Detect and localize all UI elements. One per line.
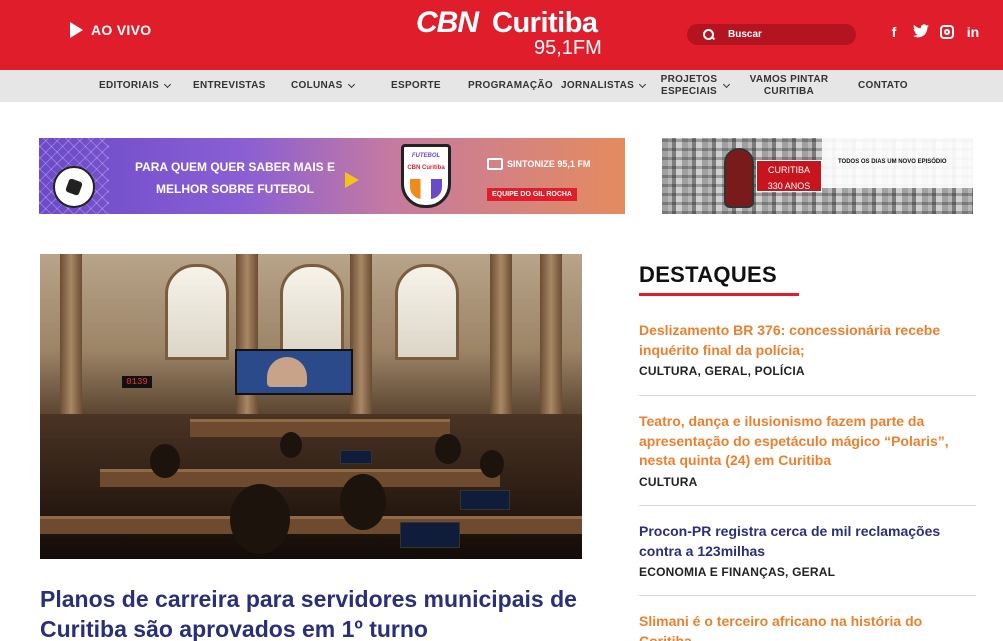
linkedin-icon[interactable]: in xyxy=(965,24,981,41)
divider xyxy=(639,595,976,596)
chevron-down-icon xyxy=(347,80,355,89)
divider xyxy=(639,505,976,506)
destaque-item: Slimani é o terceiro africano na históri… xyxy=(639,612,976,641)
desk xyxy=(190,419,450,437)
category-link[interactable]: CULTURA xyxy=(639,364,698,378)
category-link[interactable]: POLÍCIA xyxy=(755,364,805,378)
play-icon xyxy=(70,22,83,38)
tune-in-text: SINTONIZE 95,1 FM xyxy=(507,159,591,169)
site-header: AO VIVO CBN Curitiba 95,1FM f in xyxy=(0,0,1003,70)
window xyxy=(395,264,459,360)
nav-label: JORNALISTAS xyxy=(561,80,635,91)
nav-colunas[interactable]: COLUNAS xyxy=(291,70,355,102)
chevron-down-icon xyxy=(164,80,172,89)
nav-entrevistas[interactable]: ENTREVISTAS xyxy=(193,70,266,102)
arrow-icon xyxy=(345,172,359,188)
microphone-icon xyxy=(724,148,754,208)
facebook-icon[interactable]: f xyxy=(886,24,902,41)
nav-label: ENTREVISTAS xyxy=(193,80,266,91)
banner-headline-line2: MELHOR SOBRE FUTEBOL xyxy=(156,182,314,196)
destaque-title[interactable]: Teatro, dança e ilusionismo fazem parte … xyxy=(639,412,976,471)
destaque-title[interactable]: Procon-PR registra cerca de mil reclamaç… xyxy=(639,522,976,561)
nav-editoriais[interactable]: EDITORIAIS xyxy=(99,70,172,102)
destaque-categories: CULTURA, GERAL, POLÍCIA xyxy=(639,364,805,378)
search-icon[interactable] xyxy=(703,29,714,40)
curitiba-330-banner[interactable]: CURITIBA 330 ANOS TODOS OS DIAS UM NOVO … xyxy=(662,138,973,214)
instagram-icon[interactable] xyxy=(940,25,954,39)
chevron-down-icon xyxy=(722,80,731,89)
chevron-down-icon xyxy=(639,80,647,89)
monitor xyxy=(340,450,372,464)
nav-label: PROGRAMAÇÃO xyxy=(468,80,553,91)
nav-label: CONTATO xyxy=(858,80,908,91)
site-logo[interactable]: CBN Curitiba 95,1FM xyxy=(414,4,614,64)
futebol-ad-banner[interactable]: PARA QUEM QUER SABER MAIS E MELHOR SOBRE… xyxy=(39,138,625,214)
search-box[interactable] xyxy=(687,24,856,45)
main-nav: EDITORIAIS ENTREVISTAS COLUNAS ESPORTE P… xyxy=(0,70,1003,102)
logo-cbn: CBN xyxy=(416,6,479,39)
badge-line1: CURITIBA xyxy=(767,165,810,175)
badge-line2: 330 ANOS xyxy=(767,181,811,191)
destaque-categories: CULTURA xyxy=(639,475,976,489)
nav-contato[interactable]: CONTATO xyxy=(858,70,908,102)
live-label: AO VIVO xyxy=(91,22,152,38)
twitter-icon[interactable] xyxy=(913,24,929,41)
person xyxy=(435,434,461,464)
window xyxy=(165,264,229,360)
nav-label: VAMOS PINTAR CURITIBA xyxy=(749,74,829,97)
timer-display: 0139 xyxy=(122,376,152,388)
person xyxy=(340,474,386,530)
soccer-ball-icon xyxy=(53,166,95,208)
nav-label: ESPORTE xyxy=(391,80,441,91)
logo-frequency: 95,1FM xyxy=(534,37,602,59)
nav-esporte[interactable]: ESPORTE xyxy=(391,70,441,102)
banner-headline-line1: PARA QUEM QUER SABER MAIS E xyxy=(134,160,335,174)
destaque-categories: ECONOMIA E FINANÇAS, GERAL xyxy=(639,565,836,579)
person xyxy=(230,484,290,554)
person xyxy=(150,444,180,478)
search-input[interactable] xyxy=(728,29,838,40)
shield-brand: CBN Curitiba xyxy=(407,165,445,171)
divider xyxy=(639,395,976,396)
monitor xyxy=(400,522,460,548)
destaque-item: Procon-PR registra cerca de mil reclamaç… xyxy=(639,522,976,579)
chamber-screen xyxy=(235,349,353,395)
category-link[interactable]: ECONOMIA E FINANÇAS xyxy=(639,565,785,579)
nav-programacao[interactable]: PROGRAMAÇÃO xyxy=(468,70,553,102)
live-button[interactable]: AO VIVO xyxy=(70,22,151,38)
nav-label: COLUNAS xyxy=(291,80,343,91)
featured-article-image[interactable]: 0139 xyxy=(40,254,582,559)
person xyxy=(480,450,504,478)
nav-jornalistas[interactable]: JORNALISTAS xyxy=(561,70,647,102)
nav-label: PROJETOS ESPECIAIS xyxy=(660,74,718,97)
window xyxy=(280,264,344,360)
destaque-title[interactable]: Deslizamento BR 376: concessionária rece… xyxy=(639,321,976,360)
destaque-item: Deslizamento BR 376: concessionária rece… xyxy=(639,321,976,378)
nav-vamos-pintar-curitiba[interactable]: VAMOS PINTAR CURITIBA xyxy=(748,70,830,102)
futebol-shield-logo: FUTEBOL CBN Curitiba xyxy=(401,144,451,208)
destaques-heading: DESTAQUES xyxy=(639,262,777,287)
banner-headline: PARA QUEM QUER SABER MAIS E MELHOR SOBRE… xyxy=(125,156,345,200)
person xyxy=(280,432,302,458)
shield-stripes xyxy=(410,179,442,199)
curitiba-330-badge: CURITIBA 330 ANOS xyxy=(756,160,822,192)
destaque-title[interactable]: Slimani é o terceiro africano na históri… xyxy=(639,612,976,641)
category-link[interactable]: GERAL xyxy=(705,364,748,378)
nav-label: EDITORIAIS xyxy=(99,80,160,91)
desk xyxy=(40,516,582,534)
destaque-item: Teatro, dança e ilusionismo fazem parte … xyxy=(639,412,976,489)
social-links: f in xyxy=(886,24,981,41)
logo-city: Curitiba xyxy=(492,7,598,39)
heading-underline xyxy=(639,293,799,296)
nav-projetos-especiais[interactable]: PROJETOS ESPECIAIS xyxy=(660,70,731,102)
monitor xyxy=(460,490,510,510)
shield-tag: FUTEBOL xyxy=(411,153,441,159)
team-badge: EQUIPE DO GIL ROCHA xyxy=(487,188,577,201)
banner-slogan: TODOS OS DIAS UM NOVO EPISÓDIO xyxy=(838,159,947,165)
category-link[interactable]: GERAL xyxy=(792,565,835,579)
featured-article-title[interactable]: Planos de carreira para servidores munic… xyxy=(40,584,600,641)
radio-icon xyxy=(487,158,503,170)
category-link[interactable]: CULTURA xyxy=(639,475,698,489)
